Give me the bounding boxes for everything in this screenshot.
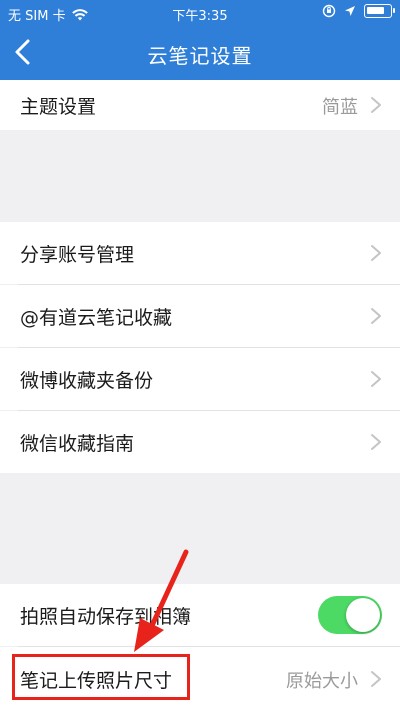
status-bar: 无 SIM 卡 下午3:35: [0, 0, 400, 26]
upload-photo-size-value: 原始大小: [286, 671, 358, 692]
annotation-arrow-icon: [134, 549, 189, 652]
page-title: 云笔记设置: [147, 44, 253, 68]
theme-setting-row[interactable]: 主题设置 简蓝: [0, 80, 400, 130]
status-right: [322, 4, 395, 18]
nav-bar: 云笔记设置: [0, 26, 400, 80]
chevron-right-icon: [371, 434, 381, 450]
youdao-favorites-label: @有道云笔记收藏: [20, 307, 173, 329]
wechat-guide-row[interactable]: 微信收藏指南: [0, 411, 400, 473]
chevron-right-icon: [371, 308, 381, 324]
toggle-knob: [346, 598, 380, 632]
youdao-favorites-row[interactable]: @有道云笔记收藏: [0, 285, 400, 347]
share-account-row[interactable]: 分享账号管理: [0, 222, 400, 284]
auto-save-photo-toggle[interactable]: [318, 596, 382, 634]
battery-fill: [367, 7, 384, 14]
wechat-guide-label: 微信收藏指南: [20, 433, 135, 455]
chevron-right-icon: [371, 245, 381, 261]
chevron-right-icon: [371, 371, 381, 387]
orientation-lock-icon: [322, 4, 336, 18]
battery-icon: [364, 4, 395, 18]
chevron-right-icon: [371, 97, 381, 113]
weibo-backup-label: 微博收藏夹备份: [20, 370, 154, 392]
settings-screen: 无 SIM 卡 下午3:35 云笔记设置 主题设置 简蓝 分享账号管理 @有道云…: [0, 0, 400, 710]
theme-setting-label: 主题设置: [20, 96, 97, 118]
weibo-backup-row[interactable]: 微博收藏夹备份: [0, 348, 400, 410]
location-icon: [345, 6, 355, 16]
auto-save-photo-row: 拍照自动保存到相簿: [0, 584, 400, 646]
theme-setting-value: 简蓝: [322, 97, 358, 118]
annotation-highlight-box: [12, 654, 190, 700]
chevron-right-icon: [371, 671, 381, 687]
share-account-label: 分享账号管理: [20, 244, 135, 266]
